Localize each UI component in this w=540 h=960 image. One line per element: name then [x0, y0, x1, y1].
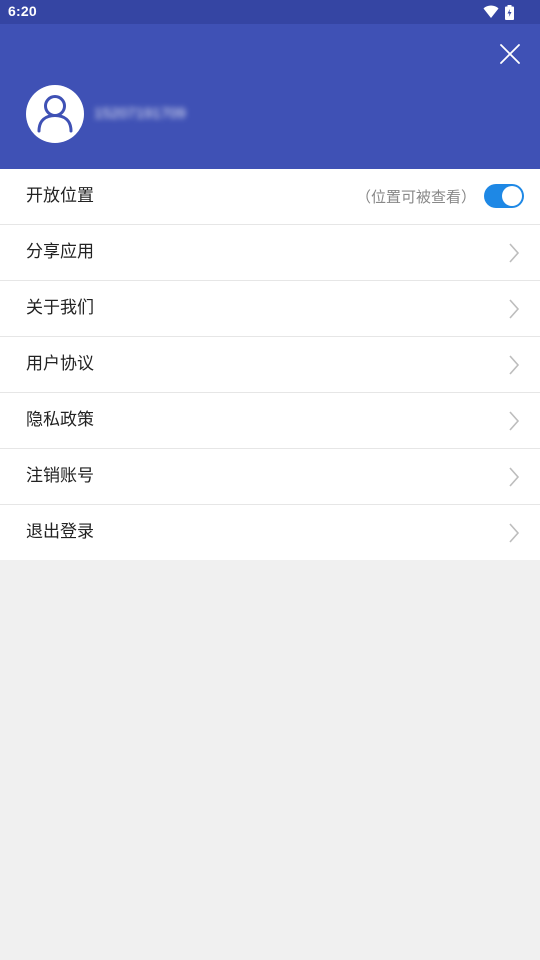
- phone-number: 15207191709: [94, 105, 186, 122]
- menu-item-delete-account[interactable]: 注销账号: [0, 449, 540, 505]
- close-button[interactable]: [496, 40, 524, 68]
- menu-item-label: 开放位置: [26, 186, 94, 206]
- menu-item-label: 用户协议: [26, 354, 94, 374]
- chevron-right-icon: [509, 243, 520, 263]
- status-icons: [483, 4, 514, 20]
- profile-header: 15207191709: [0, 24, 540, 169]
- chevron-right-icon: [509, 355, 520, 375]
- menu-item-label: 注销账号: [26, 466, 94, 486]
- menu-item-location: 开放位置 （位置可被查看）: [0, 169, 540, 225]
- chevron-right-icon: [509, 523, 520, 543]
- status-bar: 6:20: [0, 0, 540, 24]
- menu-item-label: 分享应用: [26, 242, 94, 262]
- avatar[interactable]: [26, 85, 84, 143]
- user-icon: [37, 95, 73, 133]
- menu-item-share-app[interactable]: 分享应用: [0, 225, 540, 281]
- chevron-right-icon: [509, 299, 520, 319]
- menu-item-user-agreement[interactable]: 用户协议: [0, 337, 540, 393]
- chevron-right-icon: [509, 467, 520, 487]
- menu-item-privacy-policy[interactable]: 隐私政策: [0, 393, 540, 449]
- chevron-right-icon: [509, 411, 520, 431]
- battery-icon: [505, 4, 514, 20]
- settings-menu: 开放位置 （位置可被查看） 分享应用 关于我们 用户协议 隐私政策 注销账号 退…: [0, 169, 540, 560]
- menu-item-label: 退出登录: [26, 522, 94, 542]
- menu-item-logout[interactable]: 退出登录: [0, 505, 540, 560]
- menu-item-label: 关于我们: [26, 298, 94, 318]
- location-toggle[interactable]: [484, 184, 524, 208]
- wifi-icon: [483, 5, 499, 18]
- toggle-knob: [502, 186, 522, 206]
- menu-item-about-us[interactable]: 关于我们: [0, 281, 540, 337]
- close-icon: [500, 44, 520, 64]
- menu-item-label: 隐私政策: [26, 410, 94, 430]
- location-hint: （位置可被查看）: [355, 188, 476, 206]
- status-time: 6:20: [8, 3, 37, 19]
